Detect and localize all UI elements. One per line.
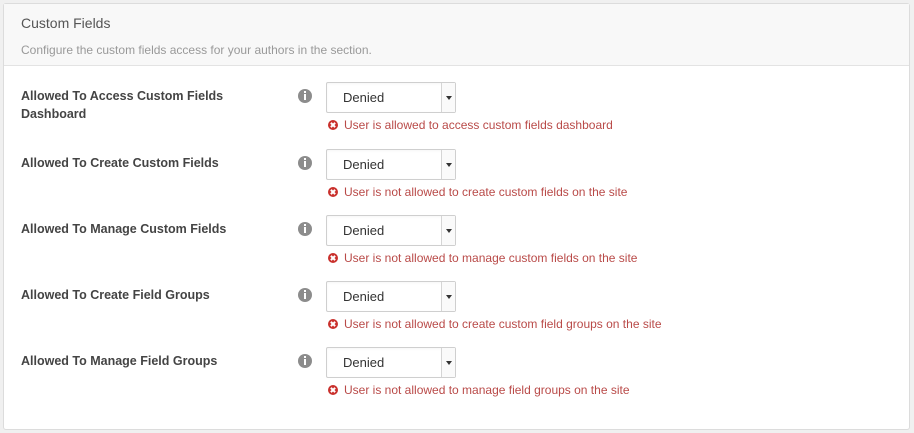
permission-select[interactable]: Denied [326,149,456,180]
setting-label: Allowed To Access Custom Fields Dashboar… [21,89,224,121]
validation-text: User is allowed to access custom fields … [344,118,613,132]
caret-down-icon [446,163,452,167]
caret-down-icon [446,295,452,299]
validation-text: User is not allowed to manage custom fie… [344,251,638,265]
permission-select[interactable]: Denied [326,215,456,246]
error-circle-icon [328,120,338,130]
panel-title: Custom Fields [21,15,111,31]
info-icon[interactable] [298,288,312,302]
panel-description: Configure the custom fields access for y… [21,43,372,57]
select-value: Denied [343,223,385,238]
error-circle-icon [328,319,338,329]
validation-text: User is not allowed to create custom fie… [344,317,662,331]
dropdown-toggle[interactable] [441,83,455,112]
select-value: Denied [343,355,385,370]
info-icon[interactable] [298,222,312,236]
info-icon[interactable] [298,89,312,103]
caret-down-icon [446,229,452,233]
validation-text: User is not allowed to manage field grou… [344,383,630,397]
dropdown-toggle[interactable] [441,282,455,311]
setting-label: Allowed To Create Custom Fields [21,156,219,170]
permission-select[interactable]: Denied [326,82,456,113]
info-icon[interactable] [298,354,312,368]
select-value: Denied [343,90,385,105]
validation-text: User is not allowed to create custom fie… [344,185,628,199]
permission-select[interactable]: Denied [326,347,456,378]
dropdown-toggle[interactable] [441,348,455,377]
setting-label: Allowed To Manage Custom Fields [21,222,227,236]
dropdown-toggle[interactable] [441,150,455,179]
panel-header: Custom Fields Configure the custom field… [4,4,909,66]
info-icon[interactable] [298,156,312,170]
select-value: Denied [343,157,385,172]
error-circle-icon [328,253,338,263]
setting-label: Allowed To Manage Field Groups [21,354,218,368]
custom-fields-panel: Custom Fields Configure the custom field… [3,3,910,430]
dropdown-toggle[interactable] [441,216,455,245]
setting-label: Allowed To Create Field Groups [21,288,210,302]
caret-down-icon [446,96,452,100]
permission-select[interactable]: Denied [326,281,456,312]
caret-down-icon [446,361,452,365]
error-circle-icon [328,187,338,197]
select-value: Denied [343,289,385,304]
error-circle-icon [328,385,338,395]
